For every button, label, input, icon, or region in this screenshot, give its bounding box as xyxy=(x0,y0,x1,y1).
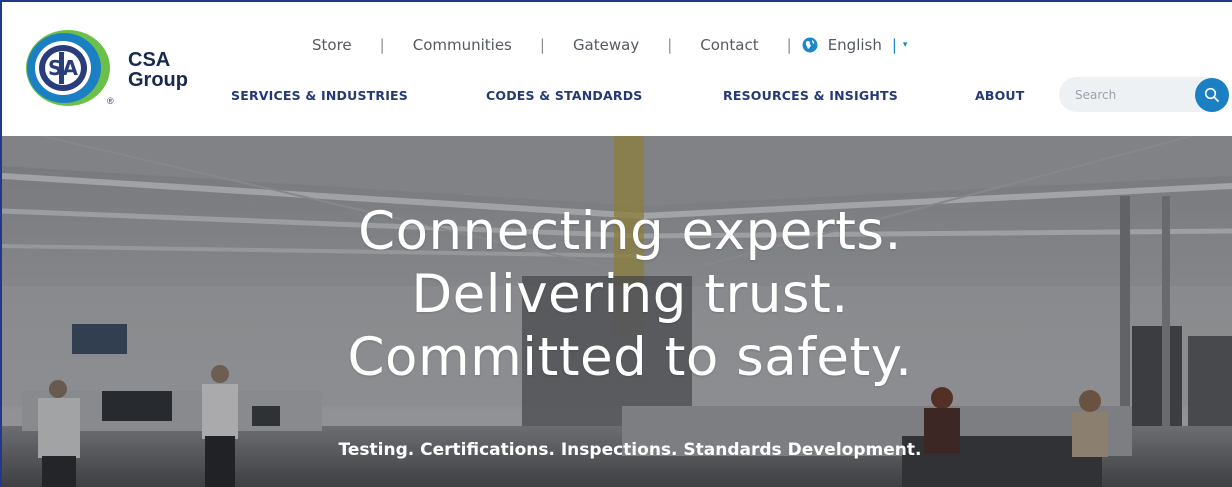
main-nav: SERVICES & INDUSTRIES CODES & STANDARDS … xyxy=(2,88,1232,106)
headline-line: Delivering trust. xyxy=(411,264,849,325)
utility-nav: Store | Communities | Gateway | Contact … xyxy=(312,34,907,56)
utility-separator: | xyxy=(379,36,385,54)
utility-link-gateway[interactable]: Gateway xyxy=(573,36,639,54)
nav-resources-insights[interactable]: RESOURCES & INSIGHTS xyxy=(723,88,898,103)
headline-line: Committed to safety. xyxy=(347,327,913,388)
search-button[interactable] xyxy=(1195,78,1229,112)
headline-line: Connecting experts. xyxy=(358,201,902,262)
chevron-down-icon[interactable]: ▾ xyxy=(903,40,908,50)
page-frame: SA CSA Group ® Store | Communities | Gat… xyxy=(0,0,1232,487)
nav-services-industries[interactable]: SERVICES & INDUSTRIES xyxy=(231,88,408,103)
hero-tagline: Testing. Certifications. Inspections. St… xyxy=(338,440,922,460)
search-input[interactable] xyxy=(1075,87,1205,102)
hero-headline: Connecting experts. Delivering trust. Co… xyxy=(2,200,1232,389)
language-separator: | xyxy=(891,36,897,54)
nav-codes-standards[interactable]: CODES & STANDARDS xyxy=(486,88,642,103)
site-header: SA CSA Group ® Store | Communities | Gat… xyxy=(2,2,1232,136)
hero-banner: Connecting experts. Delivering trust. Co… xyxy=(2,136,1232,487)
language-selector[interactable]: English xyxy=(828,36,882,54)
nav-about[interactable]: ABOUT xyxy=(975,88,1025,103)
utility-separator: | xyxy=(786,36,792,54)
utility-separator: | xyxy=(667,36,673,54)
utility-link-store[interactable]: Store xyxy=(312,36,352,54)
search-box xyxy=(1059,77,1229,112)
brand-name-line1: CSA xyxy=(128,49,171,71)
utility-separator: | xyxy=(539,36,545,54)
brand-name-line2: Group xyxy=(128,69,188,91)
utility-link-contact[interactable]: Contact xyxy=(700,36,758,54)
globe-icon xyxy=(802,37,818,53)
search-icon xyxy=(1204,87,1219,102)
utility-link-communities[interactable]: Communities xyxy=(413,36,512,54)
